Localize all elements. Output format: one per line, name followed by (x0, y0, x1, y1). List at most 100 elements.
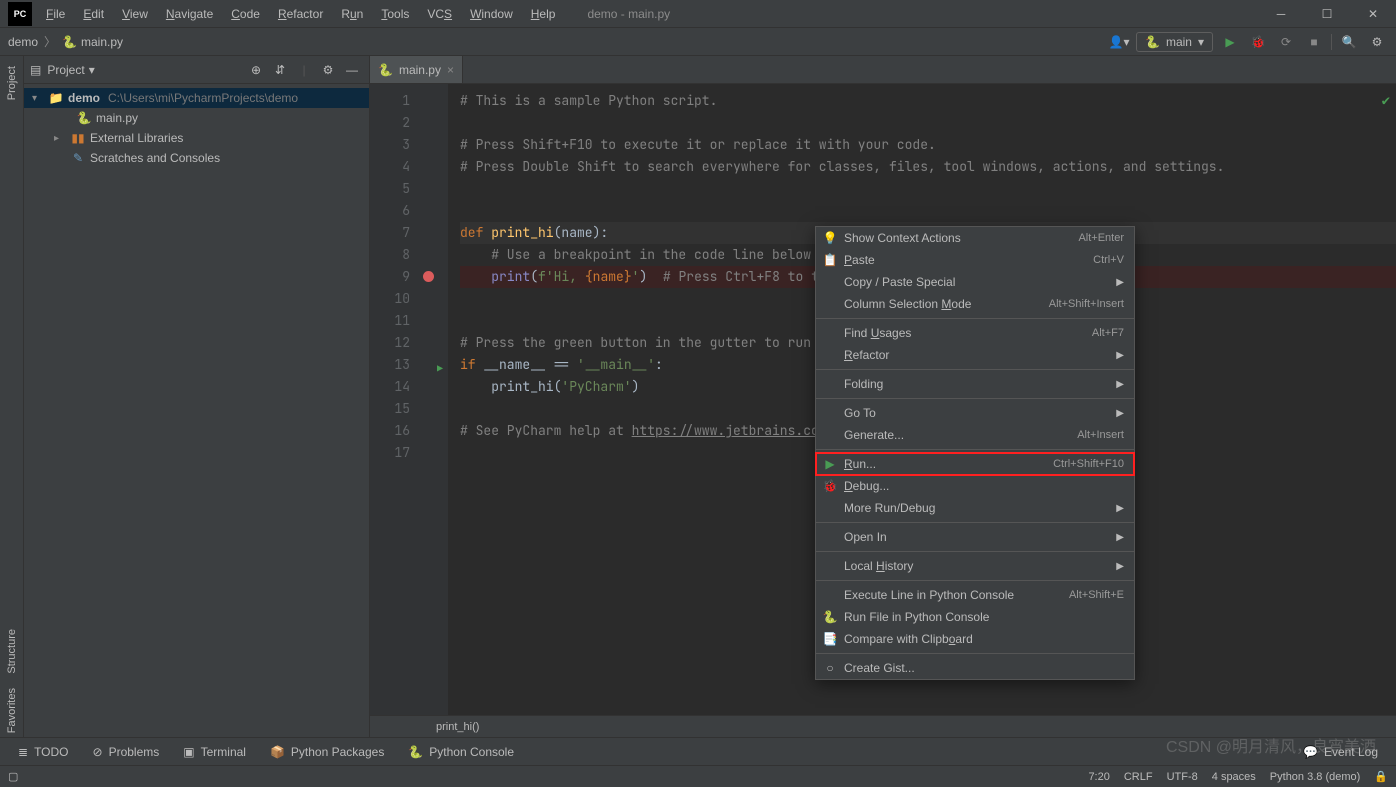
menu-vcs[interactable]: VCS (419, 3, 460, 25)
status-interpreter[interactable]: Python 3.8 (demo) (1270, 771, 1361, 783)
tree-root[interactable]: ▾ 📁 demo C:\Users\mi\PycharmProjects\dem… (24, 88, 369, 108)
menu-tools[interactable]: Tools (373, 3, 417, 25)
context-menu-label: More Run/Debug (844, 501, 1116, 515)
python-icon: 🐍 (1145, 35, 1160, 49)
context-menu-item-column-selection-mode[interactable]: Column Selection ModeAlt+Shift+Insert (816, 293, 1134, 315)
tree-scratches[interactable]: ✎ Scratches and Consoles (24, 148, 369, 168)
maximize-button[interactable]: ☐ (1304, 0, 1350, 28)
gear-icon[interactable]: ⚙ (1366, 31, 1388, 53)
status-bar: ▢ 7:20 CRLF UTF-8 4 spaces Python 3.8 (d… (0, 765, 1396, 787)
add-user-icon[interactable]: 👤▾ (1108, 31, 1130, 53)
minimize-button[interactable]: ─ (1258, 0, 1304, 28)
context-menu-label: Paste (844, 253, 1093, 267)
context-menu-label: Show Context Actions (844, 231, 1078, 245)
context-menu-item-local-history[interactable]: Local History▶ (816, 555, 1134, 577)
status-encoding[interactable]: UTF-8 (1167, 771, 1198, 783)
locate-icon[interactable]: ⊕ (245, 59, 267, 81)
stripe-project[interactable]: Project (6, 62, 18, 104)
menu-file[interactable]: File (38, 3, 73, 25)
hide-icon[interactable]: — (341, 59, 363, 81)
line-number-gutter: 1234 5678 9101112 13141516 17 (370, 84, 422, 715)
project-view-icon: ▤ (30, 63, 41, 77)
context-menu-label: Refactor (844, 348, 1116, 362)
search-icon[interactable]: 🔍 (1338, 31, 1360, 53)
project-pane-title[interactable]: Project ▾ (47, 63, 94, 77)
editor-tab-main[interactable]: 🐍 main.py × (370, 56, 463, 83)
coverage-button[interactable]: ⟳ (1275, 31, 1297, 53)
context-menu-item-go-to[interactable]: Go To▶ (816, 402, 1134, 424)
inspection-ok-icon[interactable]: ✔ (1382, 90, 1390, 112)
title-bar: PC File Edit View Navigate Code Refactor… (0, 0, 1396, 28)
chevron-down-icon: ▾ (1198, 35, 1204, 49)
expand-all-icon[interactable]: ⇵ (269, 59, 291, 81)
scratch-icon: ✎ (70, 151, 86, 165)
menu-navigate[interactable]: Navigate (158, 3, 221, 25)
context-menu-label: Copy / Paste Special (844, 275, 1116, 289)
tool-todo[interactable]: ≣TODO (8, 743, 79, 761)
tool-console[interactable]: 🐍Python Console (398, 743, 524, 761)
stripe-favorites[interactable]: Favorites (6, 684, 18, 737)
tool-packages[interactable]: 📦Python Packages (260, 743, 394, 761)
project-tree: ▾ 📁 demo C:\Users\mi\PycharmProjects\dem… (24, 84, 369, 172)
context-menu-separator (816, 369, 1134, 370)
breakpoint-icon[interactable] (423, 271, 434, 282)
folder-icon: 📁 (48, 91, 64, 105)
tool-terminal[interactable]: ▣Terminal (173, 743, 256, 761)
menu-window[interactable]: Window (462, 3, 521, 25)
menu-refactor[interactable]: Refactor (270, 3, 331, 25)
context-menu-label: Go To (844, 406, 1116, 420)
context-menu-item-create-gist[interactable]: ○Create Gist... (816, 657, 1134, 679)
run-configuration-selector[interactable]: 🐍 main ▾ (1136, 32, 1213, 52)
close-tab-icon[interactable]: × (447, 63, 454, 77)
chevron-right-icon: ▸ (54, 133, 66, 144)
editor-breadcrumb[interactable]: print_hi() (370, 715, 1396, 737)
status-line-sep[interactable]: CRLF (1124, 771, 1153, 783)
tool-event-log[interactable]: 💬Event Log (1293, 743, 1388, 761)
debug-button[interactable]: 🐞 (1247, 31, 1269, 53)
context-menu-item-refactor[interactable]: Refactor▶ (816, 344, 1134, 366)
menu-edit[interactable]: Edit (75, 3, 112, 25)
run-button[interactable]: ▶ (1219, 31, 1241, 53)
status-indent[interactable]: 4 spaces (1212, 771, 1256, 783)
context-menu-item-more-run-debug[interactable]: More Run/Debug▶ (816, 497, 1134, 519)
context-menu-item-run-file-in-python-console[interactable]: 🐍Run File in Python Console (816, 606, 1134, 628)
context-menu-separator (816, 580, 1134, 581)
breadcrumb-project[interactable]: demo (8, 35, 38, 49)
context-menu-item-open-in[interactable]: Open In▶ (816, 526, 1134, 548)
menu-code[interactable]: Code (223, 3, 268, 25)
context-menu-item-compare-with-clipboard[interactable]: 📑Compare with Clipboard (816, 628, 1134, 650)
context-menu-item-copy-paste-special[interactable]: Copy / Paste Special▶ (816, 271, 1134, 293)
context-menu-item-run[interactable]: ▶Run...Ctrl+Shift+F10 (816, 453, 1134, 475)
context-menu-item-find-usages[interactable]: Find UsagesAlt+F7 (816, 322, 1134, 344)
window-title: demo - main.py (587, 7, 670, 21)
stripe-structure[interactable]: Structure (6, 625, 18, 678)
tool-window-quick-access-icon[interactable]: ▢ (8, 770, 18, 783)
breadcrumb-file[interactable]: main.py (81, 35, 123, 49)
stop-button[interactable]: ■ (1303, 31, 1325, 53)
context-menu-item-folding[interactable]: Folding▶ (816, 373, 1134, 395)
debug...-icon: 🐞 (822, 479, 838, 493)
context-menu-item-debug[interactable]: 🐞Debug... (816, 475, 1134, 497)
shortcut-label: Alt+Shift+Insert (1049, 298, 1124, 310)
tool-problems[interactable]: ⊘Problems (83, 743, 170, 761)
breadcrumb-sep: 〉 (44, 33, 56, 50)
context-menu-item-generate[interactable]: Generate...Alt+Insert (816, 424, 1134, 446)
breakpoint-gutter[interactable] (422, 84, 436, 715)
tree-external-libraries[interactable]: ▸ ▮▮ External Libraries (24, 128, 369, 148)
status-position[interactable]: 7:20 (1088, 771, 1109, 783)
paste-icon: 📋 (822, 253, 838, 267)
menu-help[interactable]: Help (523, 3, 564, 25)
tree-file-main[interactable]: 🐍 main.py (24, 108, 369, 128)
context-menu-item-paste[interactable]: 📋PasteCtrl+V (816, 249, 1134, 271)
gear-icon[interactable]: ⚙ (317, 59, 339, 81)
lock-icon[interactable]: 🔒 (1374, 770, 1388, 783)
context-menu-item-show-context-actions[interactable]: 💡Show Context ActionsAlt+Enter (816, 227, 1134, 249)
run-line-icon[interactable]: ▶ (437, 358, 443, 380)
breadcrumb[interactable]: demo 〉 🐍 main.py (8, 33, 123, 50)
context-menu-item-execute-line-in-python-console[interactable]: Execute Line in Python ConsoleAlt+Shift+… (816, 584, 1134, 606)
run-gutter[interactable]: ▶ (436, 84, 448, 715)
console-icon: 🐍 (408, 745, 423, 759)
menu-view[interactable]: View (114, 3, 156, 25)
close-button[interactable]: ✕ (1350, 0, 1396, 28)
menu-run[interactable]: Run (333, 3, 371, 25)
